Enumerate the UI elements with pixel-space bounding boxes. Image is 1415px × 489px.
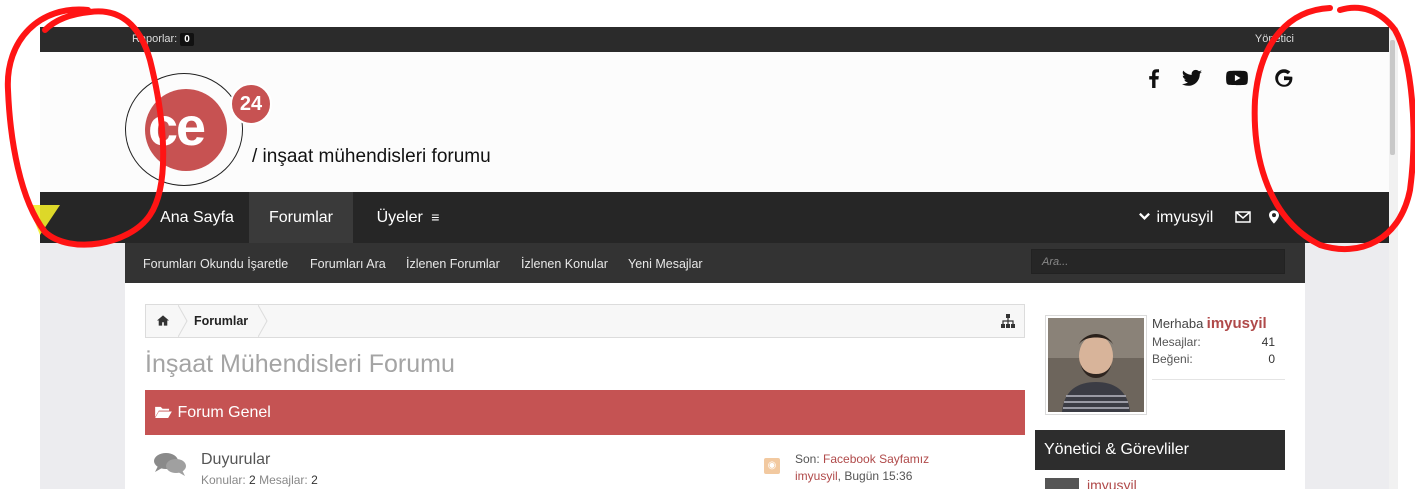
user-menu[interactable]: imyusyil <box>1138 192 1213 243</box>
stat-value: 0 <box>1268 352 1275 366</box>
chat-bubbles-icon <box>154 453 186 476</box>
staff-name[interactable]: imyusyil <box>1087 477 1137 489</box>
page-title: İnşaat Mühendisleri Forumu <box>145 350 455 378</box>
menu-icon: ≡ <box>431 209 440 225</box>
search-input[interactable]: Ara... <box>1031 249 1285 274</box>
home-icon[interactable] <box>146 305 180 337</box>
nav-members-label: Üyeler <box>376 209 423 226</box>
reports-count-badge: 0 <box>180 33 194 46</box>
sub-nav: Forumları Okundu İşaretle Forumları Ara … <box>125 243 1305 283</box>
user-menu-name: imyusyil <box>1156 209 1214 226</box>
sidebar-username[interactable]: imyusyil <box>1207 315 1267 332</box>
breadcrumb-current[interactable]: Forumlar <box>194 305 248 337</box>
rss-icon[interactable]: ◉ <box>764 458 780 474</box>
subnav-watched-forums[interactable]: İzlenen Forumlar <box>406 243 500 283</box>
last-post-title[interactable]: Facebook Sayfamız <box>823 452 929 466</box>
last-post-time: , Bugün 15:36 <box>837 469 913 483</box>
category-title: Forum Genel <box>177 404 271 421</box>
logo-badge: 24 <box>230 83 272 125</box>
topics-label: Konular: <box>201 473 246 487</box>
messages-label: Mesajlar: <box>259 473 308 487</box>
last-post-user[interactable]: imyusyil <box>795 469 838 483</box>
facebook-icon[interactable] <box>1142 66 1166 90</box>
last-post: Son: Facebook Sayfamız imyusyil, Bugün 1… <box>795 451 929 485</box>
google-icon[interactable] <box>1272 66 1296 90</box>
subnav-new-posts[interactable]: Yeni Mesajlar <box>628 243 703 283</box>
page: Raporlar: 0 Yönetici ce 24 / inşaat mühen… <box>0 0 1415 489</box>
twitter-icon[interactable] <box>1180 66 1204 90</box>
greeting: Merhaba <box>1152 316 1204 331</box>
avatar-photo <box>1048 318 1144 412</box>
sitemap-icon[interactable] <box>1000 313 1016 329</box>
nav-home[interactable]: Ana Sayfa <box>145 192 249 243</box>
topics-count: 2 <box>249 473 256 487</box>
staff-header: Yönetici & Görevliler <box>1035 430 1285 470</box>
breadcrumb-separator <box>178 305 188 337</box>
site-tagline: / inşaat mühendisleri forumu <box>252 146 491 167</box>
envelope-icon[interactable] <box>1235 192 1251 243</box>
subnav-search-forums[interactable]: Forumları Ara <box>310 243 386 283</box>
forum-row: Duyurular Konular: 2 Mesajlar: 2 ◉ Son: … <box>145 443 1025 489</box>
breadcrumb: Forumlar <box>145 304 1025 338</box>
stat-messages: Mesajlar: 41 <box>1152 335 1275 349</box>
reports-label: Raporlar: <box>132 33 178 45</box>
user-info: Merhaba imyusyil Mesajlar: 41 Beğeni: 0 <box>1152 315 1275 366</box>
nav-forums[interactable]: Forumlar <box>249 192 353 243</box>
reports-link[interactable]: Raporlar: 0 <box>132 33 194 46</box>
avatar[interactable] <box>1045 315 1147 415</box>
stat-label: Mesajlar: <box>1152 335 1201 349</box>
nav-members[interactable]: Üyeler ≡ <box>353 192 463 243</box>
stat-value: 41 <box>1261 335 1275 349</box>
category-header[interactable]: Forum Genel <box>145 390 1025 435</box>
youtube-icon[interactable] <box>1225 66 1249 90</box>
stat-likes: Beğeni: 0 <box>1152 352 1275 366</box>
scrollbar-thumb[interactable] <box>1390 40 1395 155</box>
admin-link[interactable]: Yönetici <box>1255 33 1294 45</box>
forum-title[interactable]: Duyurular <box>201 451 270 469</box>
forum-stats: Konular: 2 Mesajlar: 2 <box>201 473 318 487</box>
map-pin-icon[interactable] <box>1269 192 1279 243</box>
site-header: ce 24 / inşaat mühendisleri forumu <box>40 52 1389 192</box>
chevron-down-icon <box>1138 192 1152 243</box>
subnav-mark-read[interactable]: Forumları Okundu İşaretle <box>143 243 288 283</box>
main-content: Forumlar İnşaat Mühendisleri Forumu Foru… <box>125 283 1305 489</box>
divider <box>1152 379 1285 380</box>
messages-count: 2 <box>311 473 318 487</box>
main-nav: Ana Sayfa Forumlar Üyeler ≡ imyusyil <box>40 192 1389 243</box>
breadcrumb-separator <box>258 305 268 337</box>
subnav-watched-threads[interactable]: İzlenen Konular <box>521 243 608 283</box>
staff-avatar[interactable] <box>1045 478 1079 489</box>
last-post-prefix: Son: <box>795 452 820 466</box>
stat-label: Beğeni: <box>1152 352 1193 366</box>
admin-bar: Raporlar: 0 Yönetici <box>40 27 1389 52</box>
folder-open-icon <box>155 390 173 435</box>
